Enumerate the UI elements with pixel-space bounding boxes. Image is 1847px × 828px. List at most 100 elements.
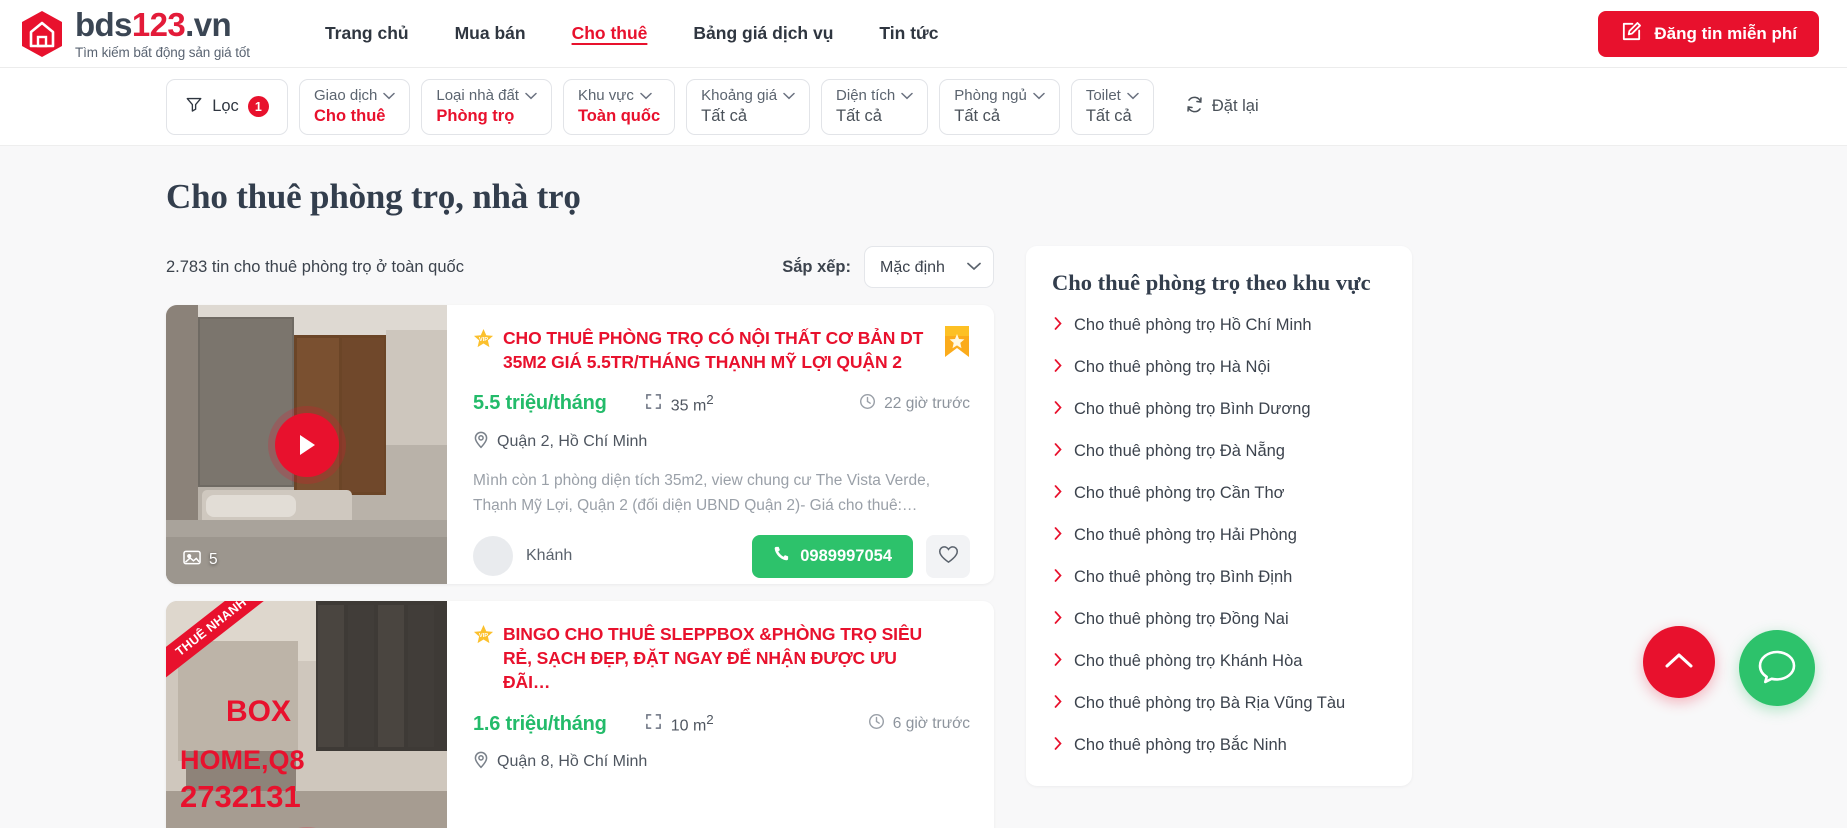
- chevron-down-icon: [383, 87, 396, 104]
- chevron-right-icon: [1054, 526, 1062, 545]
- expand-area-icon: [645, 393, 662, 415]
- listing-price: 1.6 triệu/tháng: [473, 712, 607, 735]
- listing-card[interactable]: 5 VIP CHO THUÊ PHÒNG TRỌ CÓ NỘI THẤT CƠ …: [166, 305, 994, 584]
- sidebar-item-dong-nai[interactable]: Cho thuê phòng trọ Đồng Nai: [1052, 598, 1386, 640]
- sidebar-item-label: Cho thuê phòng trọ Cần Thơ: [1074, 483, 1285, 502]
- filter-pill-khoang-gia[interactable]: Khoảng giá Tất cả: [686, 78, 811, 135]
- pill-value-loai-nha-dat: Phòng trọ: [436, 107, 515, 125]
- listing-time-value: 6 giờ trước: [892, 715, 970, 733]
- expand-area-icon: [645, 713, 662, 735]
- listing-meta: 5.5 triệu/tháng 35 m2 22 giờ trước: [473, 392, 970, 415]
- nav-item-bang-gia-dich-vu[interactable]: Bảng giá dịch vụ: [670, 17, 856, 50]
- chevron-down-icon: [525, 87, 537, 104]
- chevron-right-icon: [1054, 358, 1062, 377]
- sidebar-item-label: Cho thuê phòng trọ Hải Phòng: [1074, 525, 1297, 544]
- chevron-down-icon: [1127, 87, 1139, 104]
- reset-label: Đặt lại: [1211, 97, 1259, 115]
- listing-body: VIP BINGO CHO THUÊ SLEPPBOX &PHÒNG TRỌ S…: [447, 601, 994, 828]
- location-pin-icon: [473, 431, 489, 454]
- play-video-button[interactable]: [274, 412, 339, 477]
- listing-title[interactable]: BINGO CHO THUÊ SLEPPBOX &PHÒNG TRỌ SIÊU …: [503, 622, 928, 694]
- svg-text:VIP: VIP: [479, 337, 488, 343]
- sidebar-item-label: Cho thuê phòng trọ Đà Nẵng: [1074, 441, 1285, 460]
- nav-item-mua-ban[interactable]: Mua bán: [432, 17, 549, 50]
- listing-thumbnail[interactable]: 5: [166, 305, 447, 584]
- chevron-right-icon: [1054, 568, 1062, 587]
- listing-area-value: 35 m: [670, 397, 707, 415]
- listing-thumbnail[interactable]: BOX HOME,Q8 2732131 THUÊ NHANH: [166, 601, 447, 828]
- sidebar-item-bac-ninh[interactable]: Cho thuê phòng trọ Bắc Ninh: [1052, 724, 1386, 766]
- listing-time-value: 22 giờ trước: [884, 394, 970, 412]
- nav-item-tin-tuc[interactable]: Tin tức: [856, 17, 961, 50]
- vip-star-icon: VIP: [473, 624, 494, 694]
- listing-card[interactable]: BOX HOME,Q8 2732131 THUÊ NHANH VIP BINGO…: [166, 601, 994, 828]
- sidebar-item-label: Cho thuê phòng trọ Bình Định: [1074, 567, 1293, 586]
- chevron-down-icon: [1033, 87, 1045, 104]
- reset-filters-button[interactable]: Đặt lại: [1185, 95, 1259, 119]
- listing-price: 5.5 triệu/tháng: [473, 392, 607, 415]
- chevron-right-icon: [1054, 316, 1062, 335]
- listing-area-exponent: 2: [706, 712, 714, 728]
- refresh-icon: [1185, 95, 1204, 119]
- listing-time: 6 giờ trước: [868, 713, 970, 735]
- svg-text:2732131: 2732131: [180, 779, 301, 814]
- svg-text:VIP: VIP: [479, 633, 488, 639]
- sidebar-item-ha-noi[interactable]: Cho thuê phòng trọ Hà Nội: [1052, 346, 1386, 388]
- filter-toggle-button[interactable]: Lọc 1: [166, 78, 288, 135]
- scroll-to-top-button[interactable]: [1643, 626, 1715, 698]
- photo-count: 5: [183, 549, 218, 571]
- filter-pill-loai-nha-dat[interactable]: Loại nhà đất Phòng trọ: [421, 78, 552, 135]
- filter-pill-giao-dich[interactable]: Giao dịch Cho thuê: [299, 78, 411, 135]
- filter-pill-toilet[interactable]: Toilet Tất cả: [1070, 78, 1154, 135]
- chevron-down-icon: [640, 87, 652, 104]
- sidebar-item-binh-duong[interactable]: Cho thuê phòng trọ Bình Dương: [1052, 388, 1386, 430]
- sidebar-item-can-tho[interactable]: Cho thuê phòng trọ Cần Thơ: [1052, 472, 1386, 514]
- edit-square-icon: [1620, 20, 1643, 48]
- listing-contact: Khánh 0989997054: [473, 534, 970, 578]
- favorite-button[interactable]: [926, 534, 970, 578]
- listing-area-value: 10 m: [670, 717, 707, 735]
- sidebar-item-binh-dinh[interactable]: Cho thuê phòng trọ Bình Định: [1052, 556, 1386, 598]
- sidebar-column: Cho thuê phòng trọ theo khu vực Cho thuê…: [1026, 246, 1412, 828]
- pill-value-toilet: Tất cả: [1085, 107, 1132, 125]
- chevron-right-icon: [1054, 652, 1062, 671]
- logo-tagline: Tìm kiếm bất động sản giá tốt: [75, 44, 250, 60]
- vip-star-icon: VIP: [473, 328, 494, 374]
- nav-item-cho-thue[interactable]: Cho thuê: [549, 17, 671, 50]
- sort-select[interactable]: Mặc định: [864, 246, 994, 288]
- sidebar-item-ho-chi-minh[interactable]: Cho thuê phòng trọ Hồ Chí Minh: [1052, 304, 1386, 346]
- nav-item-trang-chu[interactable]: Trang chủ: [302, 17, 432, 50]
- sidebar-item-khanh-hoa[interactable]: Cho thuê phòng trọ Khánh Hòa: [1052, 640, 1386, 682]
- chevron-right-icon: [1054, 484, 1062, 503]
- logo-part-vn: .vn: [185, 5, 232, 43]
- pill-label-toilet: Toilet: [1085, 87, 1121, 104]
- filter-label: Lọc: [212, 97, 239, 115]
- site-logo[interactable]: bds123.vn Tìm kiếm bất động sản giá tốt: [16, 8, 250, 60]
- listing-title[interactable]: CHO THUÊ PHÒNG TRỌ CÓ NỘI THẤT CƠ BẢN DT…: [503, 326, 928, 374]
- image-stack-icon: [183, 549, 202, 571]
- featured-flag-icon: [944, 325, 970, 364]
- listing-user-name: Khánh: [526, 547, 573, 565]
- filter-bar: Lọc 1 Giao dịch Cho thuê Loại nhà đất Ph…: [0, 68, 1847, 146]
- pill-label-giao-dich: Giao dịch: [314, 87, 378, 104]
- sidebar-item-label: Cho thuê phòng trọ Bình Dương: [1074, 399, 1311, 418]
- filter-pill-dien-tich[interactable]: Diện tích Tất cả: [821, 78, 929, 135]
- sort-label: Sắp xếp:: [782, 257, 851, 276]
- logo-part-bds: bds: [75, 5, 132, 43]
- page-content: Cho thuê phòng trọ, nhà trọ 2.783 tin ch…: [0, 146, 1847, 828]
- filter-pill-phong-ngu[interactable]: Phòng ngủ Tất cả: [939, 78, 1060, 135]
- post-listing-button[interactable]: Đăng tin miễn phí: [1598, 10, 1819, 57]
- funnel-icon: [185, 95, 203, 118]
- pill-label-khu-vuc: Khu vực: [577, 87, 634, 104]
- svg-text:HOME,Q8: HOME,Q8: [180, 745, 305, 775]
- filter-pill-khu-vuc[interactable]: Khu vực Toàn quốc: [562, 78, 676, 135]
- sidebar-item-ba-ria-vung-tau[interactable]: Cho thuê phòng trọ Bà Rịa Vũng Tàu: [1052, 682, 1386, 724]
- sidebar-item-hai-phong[interactable]: Cho thuê phòng trọ Hải Phòng: [1052, 514, 1386, 556]
- sidebar-item-da-nang[interactable]: Cho thuê phòng trọ Đà Nẵng: [1052, 430, 1386, 472]
- call-button[interactable]: 0989997054: [752, 534, 913, 578]
- main-nav: Trang chủ Mua bán Cho thuê Bảng giá dịch…: [302, 17, 962, 50]
- sidebar-item-label: Cho thuê phòng trọ Đồng Nai: [1074, 609, 1289, 628]
- chat-support-button[interactable]: [1739, 630, 1815, 706]
- house-logo-icon: [20, 10, 64, 58]
- listing-area: 35 m2: [645, 392, 714, 415]
